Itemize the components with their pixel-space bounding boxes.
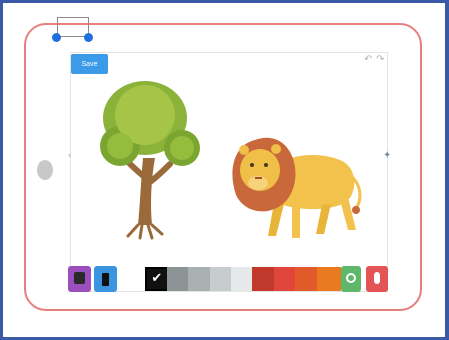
microphone-icon[interactable] bbox=[366, 266, 388, 292]
lion-drawing bbox=[232, 137, 362, 238]
tree-drawing bbox=[100, 81, 200, 240]
color-swatch-gray[interactable] bbox=[188, 267, 213, 291]
sticker-icon[interactable] bbox=[341, 266, 361, 292]
color-swatch-white[interactable] bbox=[124, 267, 148, 291]
color-swatch-black[interactable] bbox=[145, 267, 170, 291]
color-swatch-orange[interactable] bbox=[316, 267, 341, 291]
color-swatch-pale-gray[interactable] bbox=[231, 267, 255, 291]
eraser-icon[interactable] bbox=[68, 266, 91, 292]
marker-icon[interactable] bbox=[94, 266, 117, 292]
color-swatch-dark-red[interactable] bbox=[252, 267, 277, 291]
drawing-toolbar bbox=[68, 266, 390, 292]
color-swatch-red[interactable] bbox=[273, 267, 298, 291]
color-swatch-light-gray[interactable] bbox=[209, 267, 234, 291]
color-swatch-dark-gray[interactable] bbox=[166, 267, 191, 291]
color-swatch-orange-red[interactable] bbox=[295, 267, 320, 291]
